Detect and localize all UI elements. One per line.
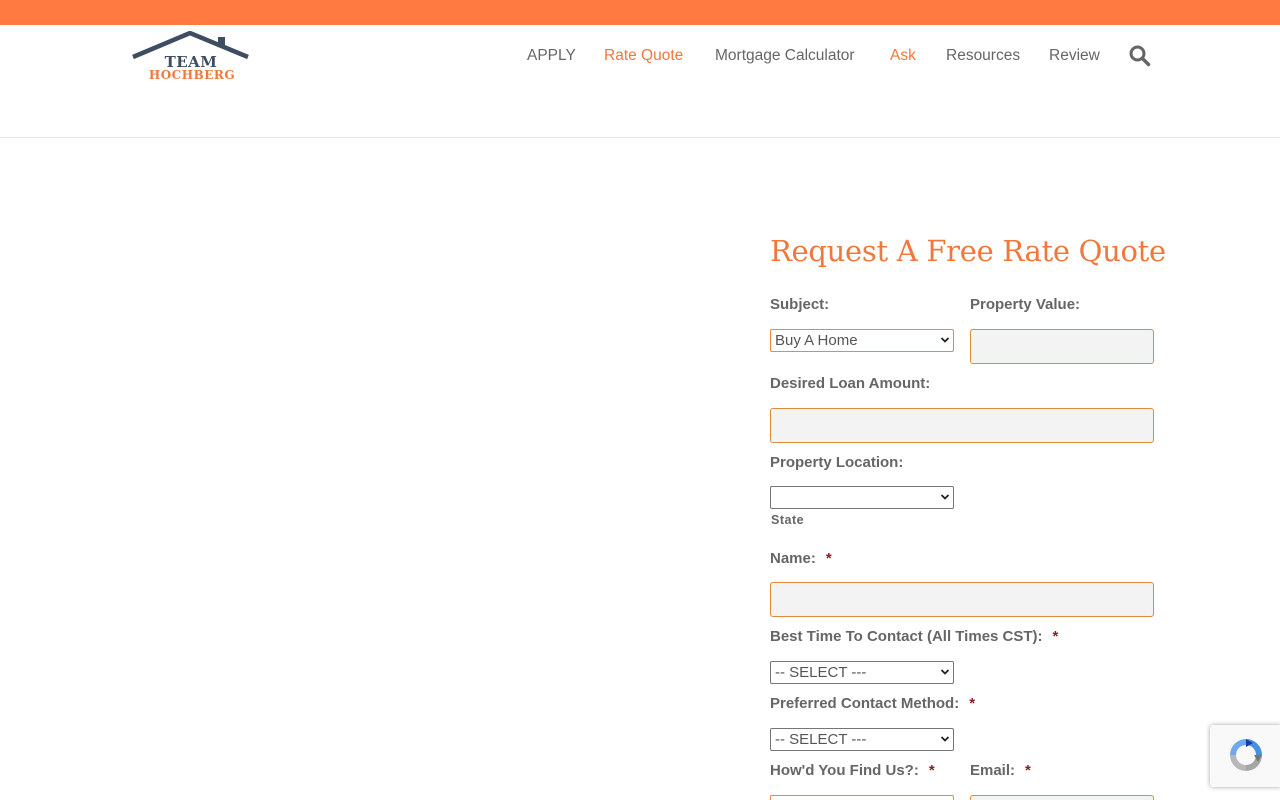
search-icon[interactable] [1129,45,1151,67]
best-time-label-text: Best Time To Contact (All Times CST): [770,628,1043,645]
contact-method-select[interactable]: -- SELECT --- [770,728,954,751]
main-navigation: APPLY Rate Quote Mortgage Calculator Ask… [0,47,1280,71]
nav-apply[interactable]: APPLY [527,47,576,65]
name-label: Name: * [770,550,832,568]
required-marker: * [928,762,935,779]
nav-mortgage-calculator[interactable]: Mortgage Calculator [715,47,855,65]
recaptcha-icon [1230,739,1262,771]
contact-method-label: Preferred Contact Method: * [770,695,975,713]
state-sublabel: State [771,513,805,527]
recaptcha-badge[interactable] [1210,725,1280,787]
email-label-text: Email: [970,762,1016,779]
email-label: Email: * [970,762,1031,780]
chevron-down-icon [940,736,950,742]
best-time-select-value: -- SELECT --- [775,664,867,681]
nav-review[interactable]: Review [1049,47,1100,65]
required-marker: * [825,550,832,567]
nav-resources[interactable]: Resources [946,47,1020,65]
subject-select[interactable]: Buy A Home [770,329,954,352]
required-marker: * [969,695,976,712]
found-us-select[interactable] [770,795,954,800]
loan-amount-label: Desired Loan Amount: [770,375,931,392]
chevron-down-icon [940,494,950,500]
property-location-label: Property Location: [770,454,904,471]
best-time-select[interactable]: -- SELECT --- [770,661,954,684]
name-input[interactable] [770,582,1154,617]
name-label-text: Name: [770,550,816,567]
loan-amount-input[interactable] [770,408,1154,443]
chevron-down-icon [940,669,950,675]
property-value-label: Property Value: [970,296,1081,313]
top-accent-bar [0,0,1280,25]
required-marker: * [1052,628,1059,645]
best-time-label: Best Time To Contact (All Times CST): * [770,628,1058,646]
contact-method-label-text: Preferred Contact Method: [770,695,960,712]
subject-label: Subject: [770,296,830,313]
contact-method-select-value: -- SELECT --- [775,731,867,748]
nav-rate-quote[interactable]: Rate Quote [604,47,683,65]
found-us-label: How'd You Find Us?: * [770,762,935,780]
property-value-input[interactable] [970,329,1154,364]
chevron-down-icon [940,337,950,343]
state-select[interactable] [770,486,954,509]
subject-select-value: Buy A Home [775,332,858,349]
form-title: Request A Free Rate Quote [770,234,1166,268]
required-marker: * [1025,762,1031,779]
found-us-label-text: How'd You Find Us?: [770,762,919,779]
email-input[interactable] [970,795,1154,800]
nav-ask[interactable]: Ask [890,47,916,65]
